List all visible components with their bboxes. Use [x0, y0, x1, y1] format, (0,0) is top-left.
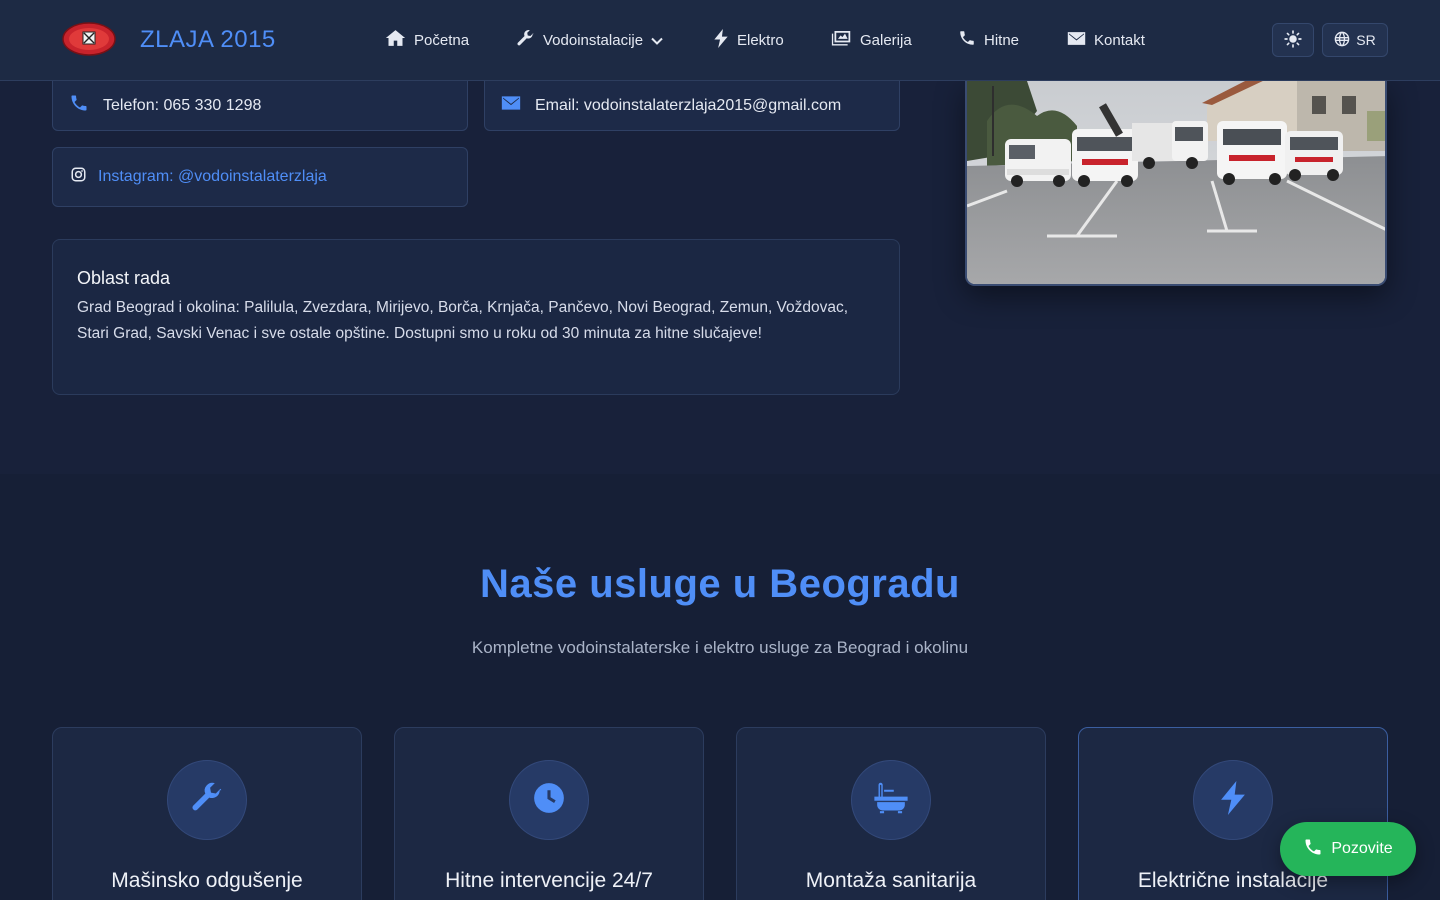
fleet-photo [965, 81, 1387, 286]
wrench-icon [516, 29, 535, 52]
nav-item-label: Elektro [737, 31, 784, 49]
bolt-icon [713, 28, 729, 52]
service-title: Mašinsko odgušenje [111, 869, 303, 892]
service-icon-circle [167, 760, 247, 840]
nav-item-vodoinstalacije[interactable]: Vodoinstalacije [516, 29, 663, 52]
nav-item-label: Galerija [860, 31, 912, 49]
chevron-down-icon [651, 32, 663, 49]
service-card-hitne[interactable]: Hitne intervencije 24/7 [394, 727, 704, 900]
call-button-label: Pozovite [1331, 840, 1393, 857]
sun-icon [1284, 29, 1302, 51]
phone-text: Telefon: 065 330 1298 [103, 96, 262, 114]
instagram-link[interactable]: Instagram: @vodoinstalaterzlaja [98, 168, 327, 186]
language-button[interactable]: SR [1322, 23, 1388, 57]
instagram-card[interactable]: Instagram: @vodoinstalaterzlaja [52, 147, 468, 207]
services-subtitle: Kompletne vodoinstalaterske i elektro us… [471, 638, 969, 657]
bath-icon [873, 781, 909, 820]
service-icon-circle [509, 760, 589, 840]
nav-item-elektro[interactable]: Elektro [713, 28, 784, 52]
service-area-text: Grad Beograd i okolina: Palilula, Zvezda… [77, 299, 849, 342]
theme-toggle-button[interactable] [1272, 23, 1314, 57]
service-card-odgusenje[interactable]: Mašinsko odgušenje [52, 727, 362, 900]
nav-item-label: Hitne [984, 31, 1020, 49]
clock-icon [532, 781, 566, 820]
nav-item-galerija[interactable]: Galerija [831, 30, 912, 50]
email-card[interactable]: Email: vodoinstalaterzlaja2015@gmail.com [484, 81, 900, 131]
wrench-icon [190, 781, 224, 820]
images-icon [831, 29, 852, 51]
floating-call-button[interactable]: Pozovite [1280, 822, 1416, 876]
nav-item-label: Vodoinstalacije [543, 31, 644, 49]
service-title: Hitne intervencije 24/7 [445, 869, 653, 892]
nav-item-pocetna[interactable]: Početna [385, 30, 469, 50]
nav-item-kontakt[interactable]: Kontakt [1067, 30, 1145, 50]
service-icon-circle [851, 760, 931, 840]
brand-logo[interactable] [62, 21, 116, 57]
nav-item-label: Početna [414, 31, 470, 49]
envelope-icon [1067, 31, 1086, 50]
instagram-icon [71, 167, 86, 187]
brand-name[interactable]: ZLAJA 2015 [140, 26, 276, 54]
email-text: Email: vodoinstalaterzlaja2015@gmail.com [535, 96, 842, 114]
service-area-card: Oblast rada Grad Beograd i okolina: Pali… [52, 239, 900, 395]
nav-item-label: Kontakt [1094, 31, 1145, 49]
service-area-title: Oblast rada [77, 268, 171, 288]
envelope-icon [501, 95, 521, 116]
service-title: Montaža sanitarija [805, 869, 977, 892]
globe-icon [1334, 31, 1350, 50]
home-icon [385, 29, 406, 51]
phone-icon [1303, 837, 1323, 862]
phone-card[interactable]: Telefon: 065 330 1298 [52, 81, 468, 131]
navbar: ZLAJA 2015 Početna Vodoinstalacije Elekt… [0, 0, 1440, 81]
nav-item-hitne[interactable]: Hitne [958, 30, 1019, 50]
phone-icon [958, 29, 976, 51]
phone-icon [69, 93, 89, 118]
bolt-icon [1219, 780, 1247, 820]
service-icon-circle [1193, 760, 1273, 840]
language-label: SR [1356, 32, 1376, 48]
services-title: Naše usluge u Beogradu [480, 562, 960, 606]
service-card-sanitarija[interactable]: Montaža sanitarija [736, 727, 1046, 900]
